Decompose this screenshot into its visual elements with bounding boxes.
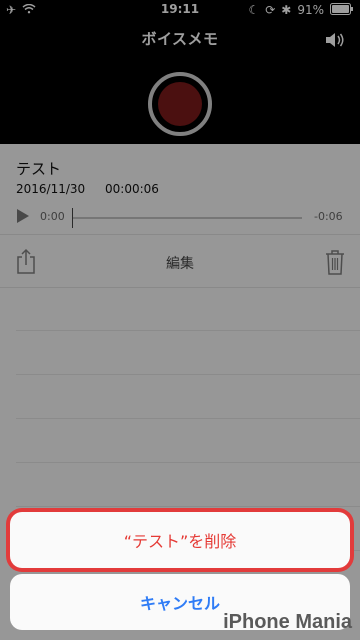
voice-memo-app: ✈ 19:11 ☾ ⟳ ✱ 91% ボイスメモ テスト 2016/11/30 0… <box>0 0 360 640</box>
watermark-text: iPhone Mania <box>223 611 352 633</box>
delete-recording-button[interactable]: “テスト”を削除 <box>10 512 350 568</box>
